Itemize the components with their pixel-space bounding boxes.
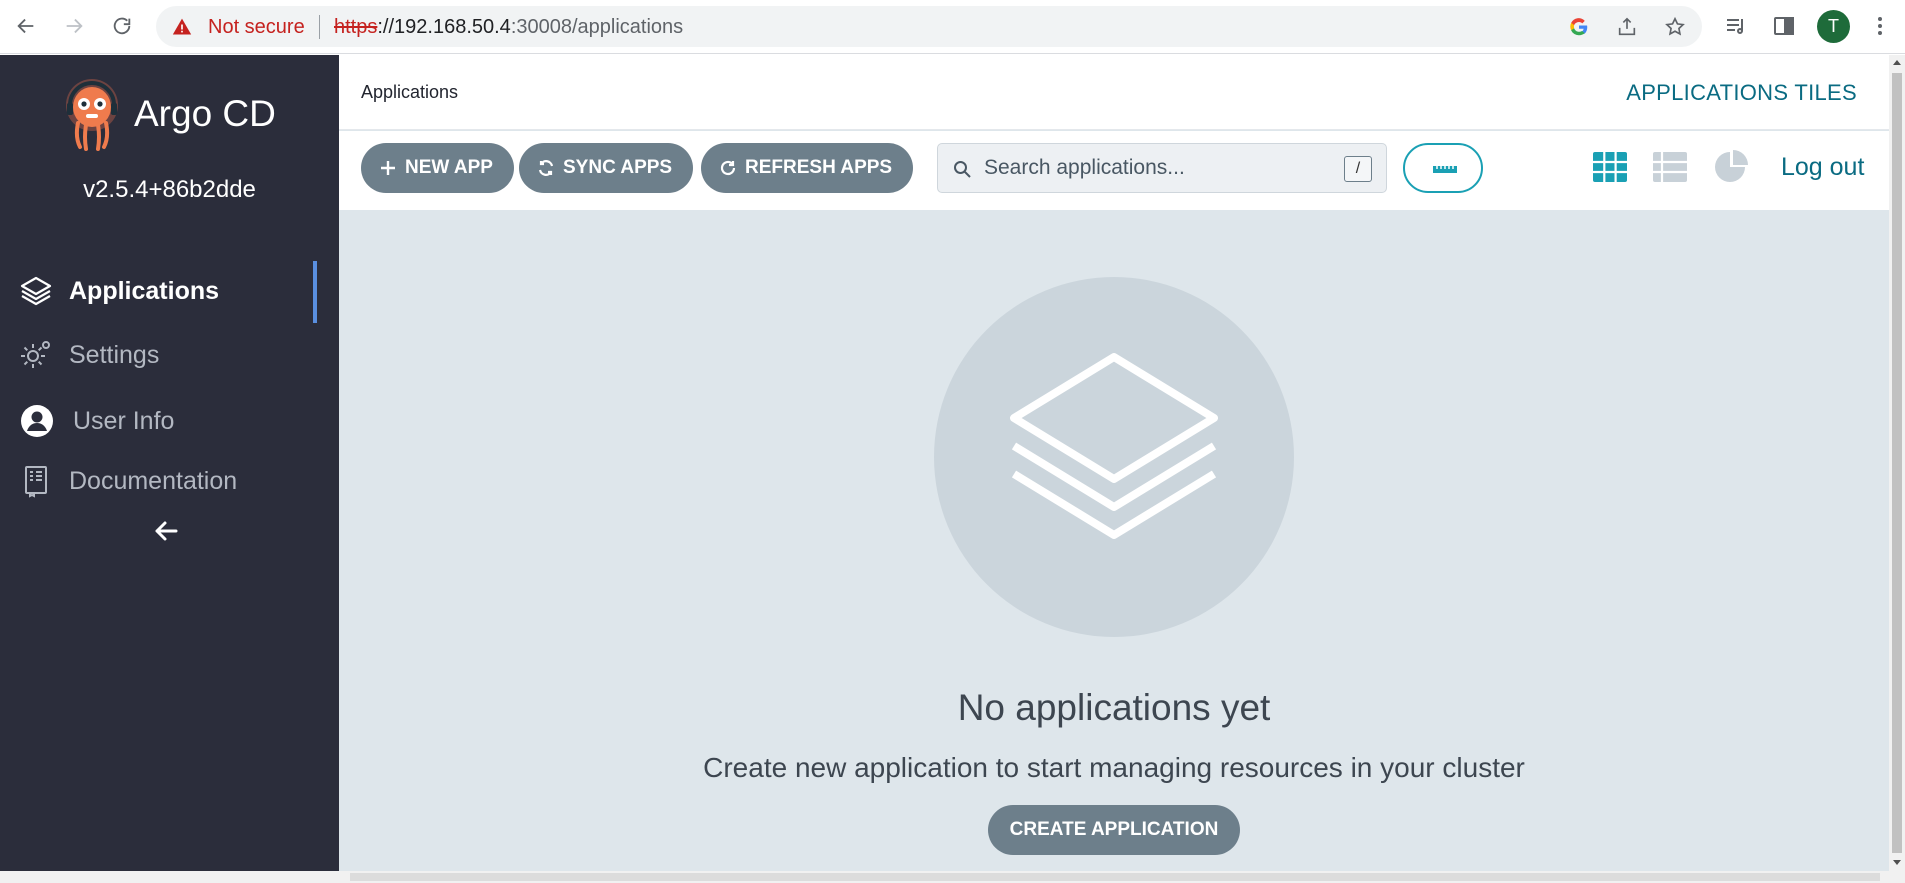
sync-apps-button[interactable]: SYNC APPS xyxy=(519,143,694,193)
more-menu-icon[interactable] xyxy=(1868,14,1892,38)
filter-toggle-button[interactable] xyxy=(1403,143,1483,193)
profile-avatar[interactable]: T xyxy=(1817,10,1850,43)
sync-icon xyxy=(538,160,554,176)
back-icon[interactable] xyxy=(10,10,42,42)
scroll-up-arrow[interactable] xyxy=(1893,60,1901,65)
argo-logo-icon[interactable] xyxy=(62,79,122,151)
side-panel-icon[interactable] xyxy=(1772,14,1796,38)
search-input[interactable] xyxy=(984,152,1324,184)
empty-state-illustration xyxy=(934,277,1294,637)
layers-icon xyxy=(20,276,52,306)
toolbar: NEW APP SYNC APPS REFRESH APPS / xyxy=(339,131,1889,210)
scroll-down-arrow[interactable] xyxy=(1893,860,1901,865)
sidebar-item-label: Applications xyxy=(69,276,220,305)
search-shortcut-key: / xyxy=(1344,156,1372,182)
sidebar-item-applications[interactable]: Applications xyxy=(0,261,339,323)
layers-icon xyxy=(1010,353,1218,539)
url-text[interactable]: https://192.168.50.4:30008/applications xyxy=(334,16,683,39)
horizontal-scrollbar[interactable] xyxy=(0,871,1905,883)
sidebar-item-label: User Info xyxy=(73,406,175,435)
breadcrumb[interactable]: Applications xyxy=(361,82,458,103)
arrow-left-icon[interactable] xyxy=(150,515,182,547)
media-control-icon[interactable] xyxy=(1724,14,1748,38)
forward-icon[interactable] xyxy=(58,10,90,42)
google-translate-icon[interactable] xyxy=(1568,16,1590,38)
divider xyxy=(319,15,320,39)
address-bar[interactable]: Not secure https://192.168.50.4:30008/ap… xyxy=(156,6,1702,47)
share-icon[interactable] xyxy=(1616,16,1638,38)
refresh-apps-button[interactable]: REFRESH APPS xyxy=(701,143,914,193)
sidebar: Argo CD v2.5.4+86b2dde Applications Sett… xyxy=(0,55,339,871)
url-host: ://192.168.50.4 xyxy=(377,16,511,38)
refresh-icon xyxy=(720,160,736,176)
logout-link[interactable]: Log out xyxy=(1781,153,1864,182)
bookmark-star-icon[interactable] xyxy=(1664,16,1686,38)
list-view-icon[interactable] xyxy=(1651,148,1689,186)
book-icon xyxy=(25,466,47,498)
refresh-apps-label: REFRESH APPS xyxy=(745,157,893,178)
reload-icon[interactable] xyxy=(106,10,138,42)
url-path: :30008/applications xyxy=(510,16,684,38)
sidebar-item-label: Settings xyxy=(69,340,160,369)
create-application-button[interactable]: CREATE APPLICATION xyxy=(988,805,1240,855)
scrollbar-thumb[interactable] xyxy=(1892,73,1902,853)
vertical-scrollbar[interactable] xyxy=(1889,55,1905,871)
warning-icon xyxy=(172,18,192,35)
top-bar: Applications APPLICATIONS TILES xyxy=(339,55,1889,130)
sidebar-item-documentation[interactable]: Documentation xyxy=(0,453,339,509)
main-content: Applications APPLICATIONS TILES NEW APP … xyxy=(339,55,1889,871)
sidebar-item-settings[interactable]: Settings xyxy=(0,327,339,383)
new-app-label: NEW APP xyxy=(405,157,493,178)
page-title: APPLICATIONS TILES xyxy=(1626,80,1857,105)
url-scheme: https xyxy=(334,16,378,38)
gear-icon xyxy=(21,341,50,368)
empty-state-subtitle: Create new application to start managing… xyxy=(703,752,1525,783)
version-label: v2.5.4+86b2dde xyxy=(83,176,256,203)
horizontal-scrollbar-thumb[interactable] xyxy=(350,873,1880,881)
sidebar-item-user-info[interactable]: User Info xyxy=(0,393,339,449)
new-app-button[interactable]: NEW APP xyxy=(361,143,514,193)
brand-name: Argo CD xyxy=(134,93,276,134)
tiles-view-icon[interactable] xyxy=(1591,148,1629,186)
empty-state-title: No applications yet xyxy=(957,687,1271,728)
browser-toolbar: Not secure https://192.168.50.4:30008/ap… xyxy=(0,0,1905,54)
search-box: / xyxy=(937,143,1387,193)
sidebar-item-label: Documentation xyxy=(69,466,238,495)
security-status[interactable]: Not secure xyxy=(208,16,305,39)
sync-apps-label: SYNC APPS xyxy=(563,157,673,178)
ruler-icon xyxy=(1433,166,1457,173)
search-icon xyxy=(954,161,971,178)
plus-icon xyxy=(381,161,395,175)
user-icon xyxy=(21,405,53,437)
pie-chart-view-icon[interactable] xyxy=(1711,148,1749,186)
